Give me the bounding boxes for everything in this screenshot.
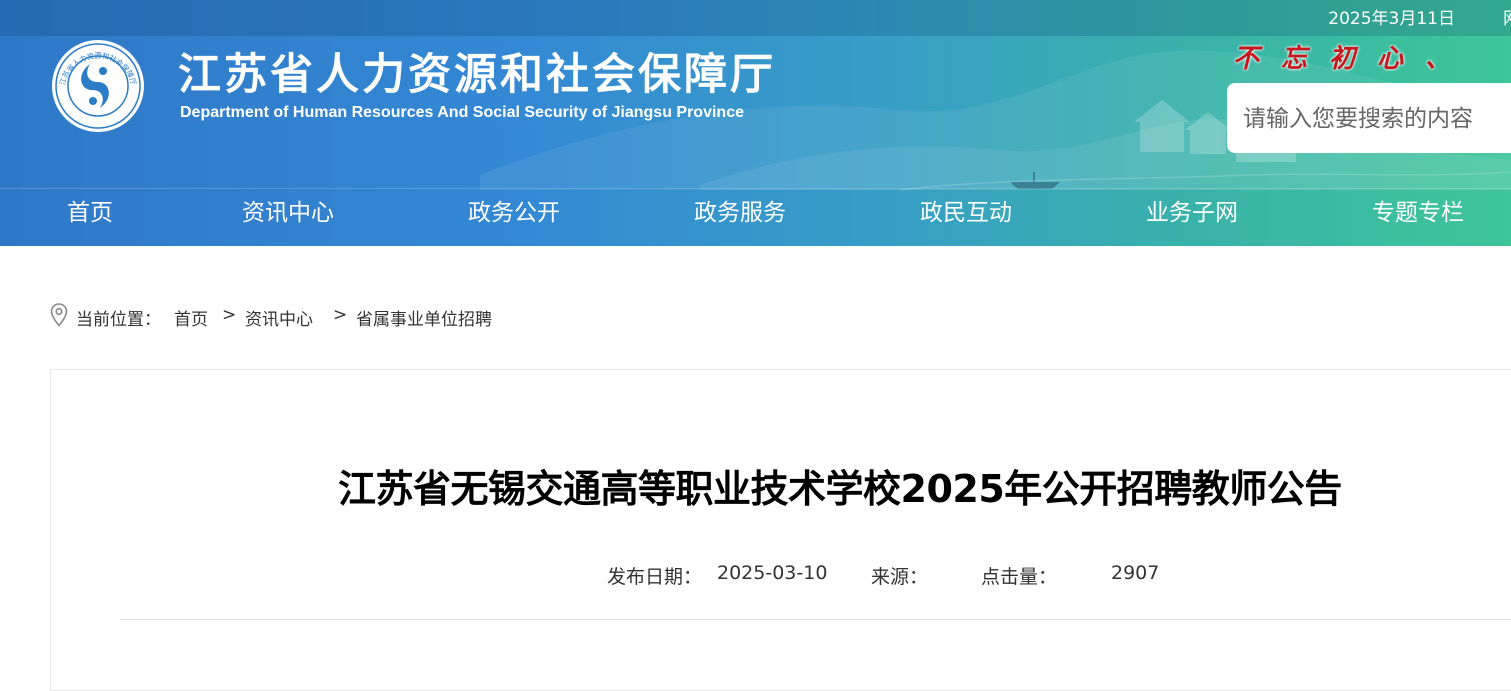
breadcrumb-separator: > xyxy=(333,305,348,325)
search-box xyxy=(1227,83,1511,153)
nav-item-interaction[interactable]: 政民互动 xyxy=(920,189,1012,239)
article-card xyxy=(50,369,1511,691)
site-subtitle: Department of Human Resources And Social… xyxy=(180,104,744,121)
breadcrumb-item-recruitment[interactable]: 省属事业单位招聘 xyxy=(356,305,492,330)
site-header: 2025年3月11日 网 江苏省人力资源和社会保障厅 江苏省人力资源和社会保障厅… xyxy=(0,0,1511,246)
breadcrumb-item-home[interactable]: 首页 xyxy=(174,305,208,330)
clicks-count: 2907 xyxy=(1111,562,1160,584)
main-nav: 首页 资讯中心 政务公开 政务服务 政民互动 业务子网 专题专栏 xyxy=(0,188,1511,246)
search-input[interactable] xyxy=(1241,101,1511,137)
publish-date: 2025-03-10 xyxy=(717,562,828,584)
nav-item-home[interactable]: 首页 xyxy=(67,189,113,239)
breadcrumb-prefix: 当前位置： xyxy=(76,310,161,330)
source-label: 来源： xyxy=(871,566,929,588)
nav-item-topics[interactable]: 专题专栏 xyxy=(1372,189,1464,239)
breadcrumb-separator: > xyxy=(222,305,237,325)
slogan: 不忘初心、 xyxy=(1233,44,1474,74)
publish-date-label: 发布日期： xyxy=(607,566,703,588)
site-logo-icon: 江苏省人力资源和社会保障厅 xyxy=(52,40,144,132)
nav-item-news[interactable]: 资讯中心 xyxy=(242,189,334,239)
topbar-link[interactable]: 网 xyxy=(1503,4,1511,29)
breadcrumb-item-news[interactable]: 资讯中心 xyxy=(245,305,313,330)
article-title: 江苏省无锡交通高等职业技术学校2025年公开招聘教师公告 xyxy=(338,467,1342,511)
location-pin-icon xyxy=(50,303,68,327)
nav-item-subsites[interactable]: 业务子网 xyxy=(1146,189,1238,239)
nav-item-gov-affairs-open[interactable]: 政务公开 xyxy=(468,189,560,239)
current-date: 2025年3月11日 xyxy=(1328,9,1455,29)
clicks-label: 点击量： xyxy=(981,566,1058,588)
site-title: 江苏省人力资源和社会保障厅 xyxy=(178,50,776,100)
nav-item-gov-services[interactable]: 政务服务 xyxy=(694,189,786,239)
meta-divider xyxy=(120,619,1511,620)
